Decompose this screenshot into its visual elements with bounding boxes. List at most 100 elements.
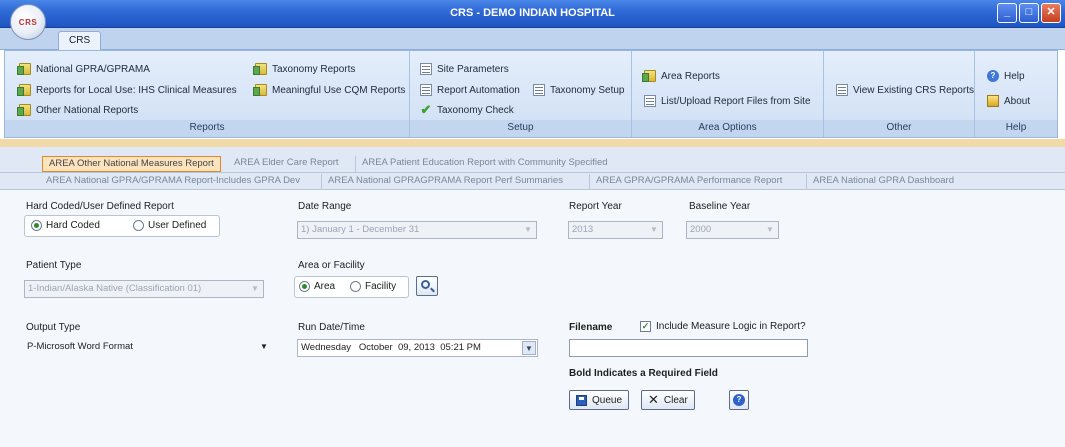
radio-label: Hard Coded xyxy=(46,220,100,231)
view-existing-crs-reports-button[interactable]: View Existing CRS Reports xyxy=(836,84,974,96)
other-national-reports-button[interactable]: Other National Reports xyxy=(17,104,138,116)
window-title: CRS - DEMO INDIAN HOSPITAL xyxy=(450,7,615,19)
radio-label: Facility xyxy=(365,281,397,292)
select-value: 2013 xyxy=(572,224,594,235)
report-icon xyxy=(642,70,656,82)
ribbon-item-label: Report Automation xyxy=(437,84,520,96)
ribbon-group-setup: Site Parameters Report Automation ✔ Taxon… xyxy=(410,51,632,137)
ribbon-group-label: Setup xyxy=(410,120,631,137)
sheet-icon xyxy=(644,95,656,107)
maximize-button[interactable]: □ xyxy=(1019,3,1039,23)
button-label: Queue xyxy=(592,394,623,406)
about-icon xyxy=(987,95,999,107)
ribbon-item-label: Area Reports xyxy=(661,70,720,82)
minimize-button[interactable]: _ xyxy=(997,3,1017,23)
run-datetime-picker[interactable]: Wednesday October 09, 2013 05:21 PM ▼ xyxy=(297,339,538,357)
report-form: Hard Coded/User Defined Report Hard Code… xyxy=(0,189,1065,447)
meaningful-use-cqm-button[interactable]: Meaningful Use CQM Reports xyxy=(253,84,406,96)
ribbon-item-label: Meaningful Use CQM Reports xyxy=(272,84,406,96)
taxonomy-setup-button[interactable]: Taxonomy Setup xyxy=(533,84,625,96)
checkbox-indicator: ✓ xyxy=(640,321,651,332)
report-icon xyxy=(253,63,267,75)
ribbon-item-label: Taxonomy Setup xyxy=(550,84,625,96)
report-tabs: AREA Other National Measures Report AREA… xyxy=(0,147,1065,190)
ribbon-item-label: Help xyxy=(1004,70,1025,82)
calendar-dropdown-icon[interactable]: ▼ xyxy=(522,341,536,355)
ribbon-item-label: Site Parameters xyxy=(437,63,509,75)
baseline-year-select[interactable]: 2000 ▼ xyxy=(686,221,779,239)
date-range-select[interactable]: 1) January 1 - December 31 ▼ xyxy=(297,221,537,239)
patient-type-label: Patient Type xyxy=(26,260,82,271)
report-automation-button[interactable]: Report Automation xyxy=(420,84,520,96)
list-upload-report-files-button[interactable]: List/Upload Report Files from Site xyxy=(644,95,811,107)
baseline-year-label: Baseline Year xyxy=(689,201,751,212)
queue-button[interactable]: Queue xyxy=(569,390,630,410)
ribbon-item-label: About xyxy=(1004,95,1031,107)
facility-radio[interactable]: Facility xyxy=(350,281,396,292)
window-controls: _ □ ✕ xyxy=(997,3,1061,23)
ribbon-group-label: Reports xyxy=(5,120,409,137)
ribbon-group-reports: National GPRA/GPRAMA Reports for Local U… xyxy=(5,51,410,137)
ribbon-tab-crs[interactable]: CRS xyxy=(58,31,102,51)
ribbon-group-label: Help xyxy=(975,120,1057,137)
area-facility-group: Area Facility xyxy=(294,276,409,298)
date-range-label: Date Range xyxy=(298,201,352,212)
user-defined-radio[interactable]: User Defined xyxy=(133,220,206,231)
ribbon-item-label: National GPRA/GPRAMA xyxy=(36,63,150,75)
ribbon-item-label: Taxonomy Check xyxy=(437,104,514,116)
help-button[interactable]: ? Help xyxy=(987,70,1025,82)
hard-coded-radio[interactable]: Hard Coded xyxy=(31,220,100,231)
tab-national-gpra-includes-dev[interactable]: AREA National GPRA/GPRAMA Report-Include… xyxy=(40,174,306,190)
tab-other-national-measures[interactable]: AREA Other National Measures Report xyxy=(42,156,221,172)
tab-national-gpra-dashboard[interactable]: AREA National GPRA Dashboard xyxy=(806,174,960,190)
chevron-down-icon: ▼ xyxy=(766,225,774,234)
ribbon-item-label: Reports for Local Use: IHS Clinical Meas… xyxy=(36,84,237,96)
radio-label: Area xyxy=(314,281,336,292)
tab-elder-care[interactable]: AREA Elder Care Report xyxy=(228,156,345,172)
taxonomy-reports-button[interactable]: Taxonomy Reports xyxy=(253,63,356,75)
ribbon-group-label: Area Options xyxy=(632,120,823,137)
help-icon: ? xyxy=(733,394,745,406)
filename-input[interactable] xyxy=(569,339,808,357)
tab-gpra-performance-report[interactable]: AREA GPRA/GPRAMA Performance Report xyxy=(589,174,788,190)
ribbon-group-other: View Existing CRS Reports Other xyxy=(824,51,975,137)
facility-search-button[interactable] xyxy=(416,276,438,296)
help-icon: ? xyxy=(987,70,999,82)
tab-patient-education[interactable]: AREA Patient Education Report with Commu… xyxy=(355,156,614,172)
reports-local-use-button[interactable]: Reports for Local Use: IHS Clinical Meas… xyxy=(17,84,237,96)
about-button[interactable]: About xyxy=(987,95,1030,107)
select-value: 1-Indian/Alaska Native (Classification 0… xyxy=(28,283,202,294)
output-type-select[interactable]: P-Microsoft Word Format ▼ xyxy=(24,339,272,357)
clear-button[interactable]: ✕ Clear xyxy=(641,390,695,410)
chevron-down-icon: ▼ xyxy=(524,225,532,234)
national-gpra-gprama-button[interactable]: National GPRA/GPRAMA xyxy=(17,63,150,75)
area-radio[interactable]: Area xyxy=(299,281,335,292)
radio-indicator xyxy=(133,220,144,231)
radio-indicator xyxy=(350,281,361,292)
area-reports-button[interactable]: Area Reports xyxy=(642,70,720,82)
save-icon xyxy=(576,394,587,406)
app-menu-button[interactable]: CRS xyxy=(10,4,46,40)
ribbon-item-label: Taxonomy Reports xyxy=(272,63,356,75)
include-measure-logic-checkbox[interactable]: ✓ Include Measure Logic in Report? xyxy=(640,321,806,332)
select-value: 2000 xyxy=(690,224,712,235)
report-year-select[interactable]: 2013 ▼ xyxy=(568,221,663,239)
patient-type-select[interactable]: 1-Indian/Alaska Native (Classification 0… xyxy=(24,280,264,298)
select-value: P-Microsoft Word Format xyxy=(27,341,133,352)
output-type-label: Output Type xyxy=(26,322,81,333)
tab-national-gpra-perf-summaries[interactable]: AREA National GPRAGPRAMA Report Perf Sum… xyxy=(321,174,569,190)
run-datetime-label: Run Date/Time xyxy=(298,322,365,333)
report-icon xyxy=(253,84,267,96)
chevron-down-icon: ▼ xyxy=(251,284,259,293)
taxonomy-check-button[interactable]: ✔ Taxonomy Check xyxy=(420,103,514,116)
site-parameters-button[interactable]: Site Parameters xyxy=(420,63,509,75)
ribbon: National GPRA/GPRAMA Reports for Local U… xyxy=(4,50,1058,138)
select-value: 1) January 1 - December 31 xyxy=(301,224,420,235)
report-type-group: Hard Coded User Defined xyxy=(24,215,220,237)
button-label: Clear xyxy=(663,394,688,406)
ribbon-group-area-options: Area Reports List/Upload Report Files fr… xyxy=(632,51,824,137)
title-bar: CRS - DEMO INDIAN HOSPITAL _ □ ✕ xyxy=(0,0,1065,28)
close-button[interactable]: ✕ xyxy=(1041,3,1061,23)
form-help-button[interactable]: ? xyxy=(729,390,749,410)
sheet-icon xyxy=(420,63,432,75)
